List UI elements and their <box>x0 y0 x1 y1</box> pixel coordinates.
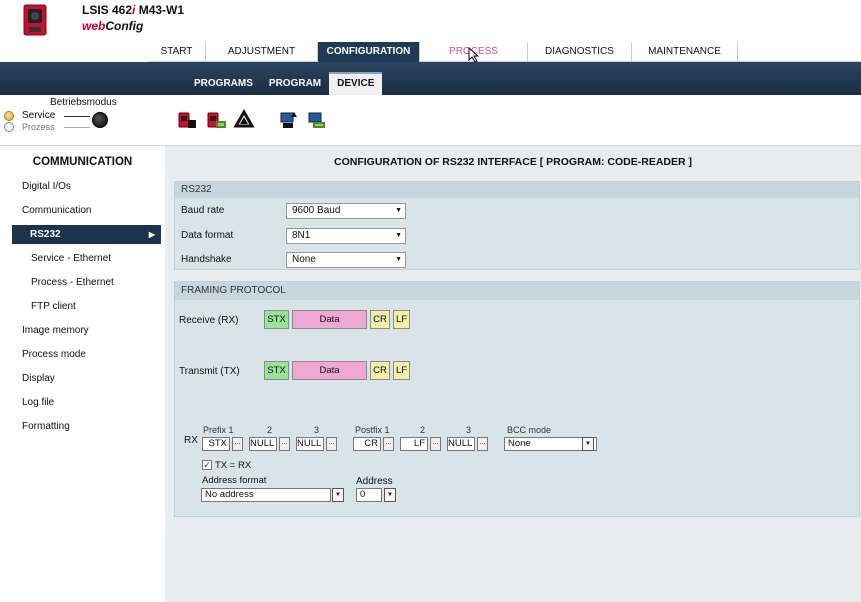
service-label: Service <box>22 110 56 121</box>
page-title: CONFIGURATION OF RS232 INTERFACE [ PROGR… <box>334 156 692 168</box>
prefix3-caption: 3 <box>314 425 320 435</box>
bcc-caption: BCC mode <box>507 425 552 435</box>
sidebar-item-ftp-client[interactable]: FTP client <box>31 301 76 312</box>
chevron-down-icon: ▼ <box>395 256 402 263</box>
sidebar-item-image-memory[interactable]: Image memory <box>22 325 89 336</box>
rx-lf-block: LF <box>393 310 410 329</box>
handshake-select[interactable]: None ▼ <box>286 252 406 268</box>
prefix3-more-button[interactable]: ... <box>326 437 337 451</box>
tab-adjustment[interactable]: ADJUSTMENT <box>206 42 318 62</box>
sidebar-item-service-ethernet[interactable]: Service - Ethernet <box>31 253 111 264</box>
subtab-device[interactable]: DEVICE <box>329 72 383 95</box>
baud-rate-select[interactable]: 9600 Baud ▼ <box>286 203 406 219</box>
tab-maintenance[interactable]: MAINTENANCE <box>632 42 738 62</box>
transmit-label: Transmit (TX) <box>179 366 240 377</box>
subnav-bar <box>0 62 861 95</box>
sidebar-item-rs232[interactable]: RS232 ▶ <box>12 225 161 244</box>
tab-start[interactable]: START <box>148 42 206 62</box>
receive-label: Receive (RX) <box>179 315 239 326</box>
save-device-icon[interactable] <box>205 109 227 131</box>
sub-tabs: PROGRAMS PROGRAM DEVICE <box>186 72 383 95</box>
chevron-down-icon: ▼ <box>395 207 402 214</box>
sidebar-item-display[interactable]: Display <box>22 373 55 384</box>
tx-data-block: Data <box>292 361 367 380</box>
tx-lf-block: LF <box>393 361 410 380</box>
prefix1-more-button[interactable]: ... <box>232 437 243 451</box>
sidebar: COMMUNICATION Digital I/Os Communication… <box>0 146 165 602</box>
handshake-label: Handshake <box>181 254 232 265</box>
tx-stx-block: STX <box>264 361 289 380</box>
chevron-down-icon[interactable]: ▼ <box>332 488 344 502</box>
sidebar-item-digital-ios[interactable]: Digital I/Os <box>22 181 71 192</box>
sidebar-title: COMMUNICATION <box>32 156 133 168</box>
postfix1-caption: Postfix 1 <box>355 425 390 435</box>
data-format-label: Data format <box>181 230 234 241</box>
prefix1-caption: Prefix 1 <box>203 425 234 435</box>
rs232-panel: RS232 Baud rate 9600 Baud ▼ Data format 8… <box>174 181 860 270</box>
mode-switch-knob[interactable] <box>92 112 108 128</box>
tab-configuration[interactable]: CONFIGURATION <box>318 42 420 62</box>
prefix3-input[interactable]: NULL <box>296 437 324 451</box>
tab-diagnostics[interactable]: DIAGNOSTICS <box>528 42 632 62</box>
rx-cr-block: CR <box>370 310 390 329</box>
framing-panel: FRAMING PROTOCOL Receive (RX) STX Data C… <box>174 281 860 517</box>
prefix1-input[interactable]: STX <box>202 437 230 451</box>
sidebar-item-communication[interactable]: Communication <box>22 205 91 216</box>
prozess-label: Prozess <box>22 122 55 132</box>
recycle-icon[interactable] <box>233 109 255 131</box>
subtab-program[interactable]: PROGRAM <box>261 72 329 95</box>
sidebar-item-process-ethernet[interactable]: Process - Ethernet <box>31 277 114 288</box>
postfix3-input[interactable]: NULL <box>447 437 475 451</box>
prefix2-more-button[interactable]: ... <box>279 437 290 451</box>
app-brand: webConfig <box>82 19 144 33</box>
sidebar-item-log-file[interactable]: Log file <box>22 397 54 408</box>
operating-mode: Betriebsmodus Service Prozess <box>0 95 161 145</box>
postfix1-more-button[interactable]: ... <box>383 437 394 451</box>
mouse-cursor-icon <box>468 47 480 63</box>
tx-cr-block: CR <box>370 361 390 380</box>
chevron-down-icon: ▼ <box>395 232 402 239</box>
rx-stx-block: STX <box>264 310 289 329</box>
upload-pc-icon[interactable] <box>277 109 299 131</box>
chevron-down-icon[interactable]: ▼ <box>384 488 396 502</box>
sidebar-item-process-mode[interactable]: Process mode <box>22 349 86 360</box>
service-led-icon <box>4 111 14 121</box>
header: LSIS 462i M43-W1 webConfig <box>0 0 861 42</box>
tx-eq-rx-checkbox[interactable]: ✓ <box>202 460 212 470</box>
rs232-header: RS232 <box>175 182 859 198</box>
address-select[interactable]: 0 <box>356 488 382 502</box>
prozess-line <box>64 127 90 128</box>
postfix3-caption: 3 <box>466 425 472 435</box>
chevron-right-icon: ▶ <box>148 230 155 239</box>
postfix3-more-button[interactable]: ... <box>477 437 488 451</box>
prozess-led-icon <box>4 122 14 132</box>
baud-rate-label: Baud rate <box>181 205 225 216</box>
download-pc-icon[interactable] <box>305 109 327 131</box>
main-tabs: START ADJUSTMENT CONFIGURATION PROCESS D… <box>148 42 861 62</box>
subtab-programs[interactable]: PROGRAMS <box>186 72 261 95</box>
service-line <box>64 116 90 117</box>
postfix1-input[interactable]: CR <box>353 437 381 451</box>
postfix2-caption: 2 <box>420 425 426 435</box>
rx-row-label: RX <box>184 435 198 446</box>
sidebar-item-rs232-label: RS232 <box>30 229 61 240</box>
postfix2-input[interactable]: LF <box>400 437 428 451</box>
chevron-down-icon[interactable]: ▼ <box>582 437 594 451</box>
postfix2-more-button[interactable]: ... <box>430 437 441 451</box>
prefix2-caption: 2 <box>267 425 273 435</box>
main-content: CONFIGURATION OF RS232 INTERFACE [ PROGR… <box>165 146 861 602</box>
address-format-select[interactable]: No address <box>201 488 331 502</box>
prefix2-input[interactable]: NULL <box>249 437 277 451</box>
address-format-caption: Address format <box>202 475 267 486</box>
rx-data-block: Data <box>292 310 367 329</box>
sidebar-item-formatting[interactable]: Formatting <box>22 421 70 432</box>
tx-eq-rx-label: TX = RX <box>215 460 252 471</box>
device-model: LSIS 462i M43-W1 <box>82 3 185 17</box>
mode-title: Betriebsmodus <box>50 97 117 108</box>
framing-header: FRAMING PROTOCOL <box>175 282 859 300</box>
data-format-select[interactable]: 8N1 ▼ <box>286 228 406 244</box>
device-image <box>23 4 47 36</box>
address-caption: Address <box>356 476 393 487</box>
load-device-icon[interactable] <box>176 109 198 131</box>
